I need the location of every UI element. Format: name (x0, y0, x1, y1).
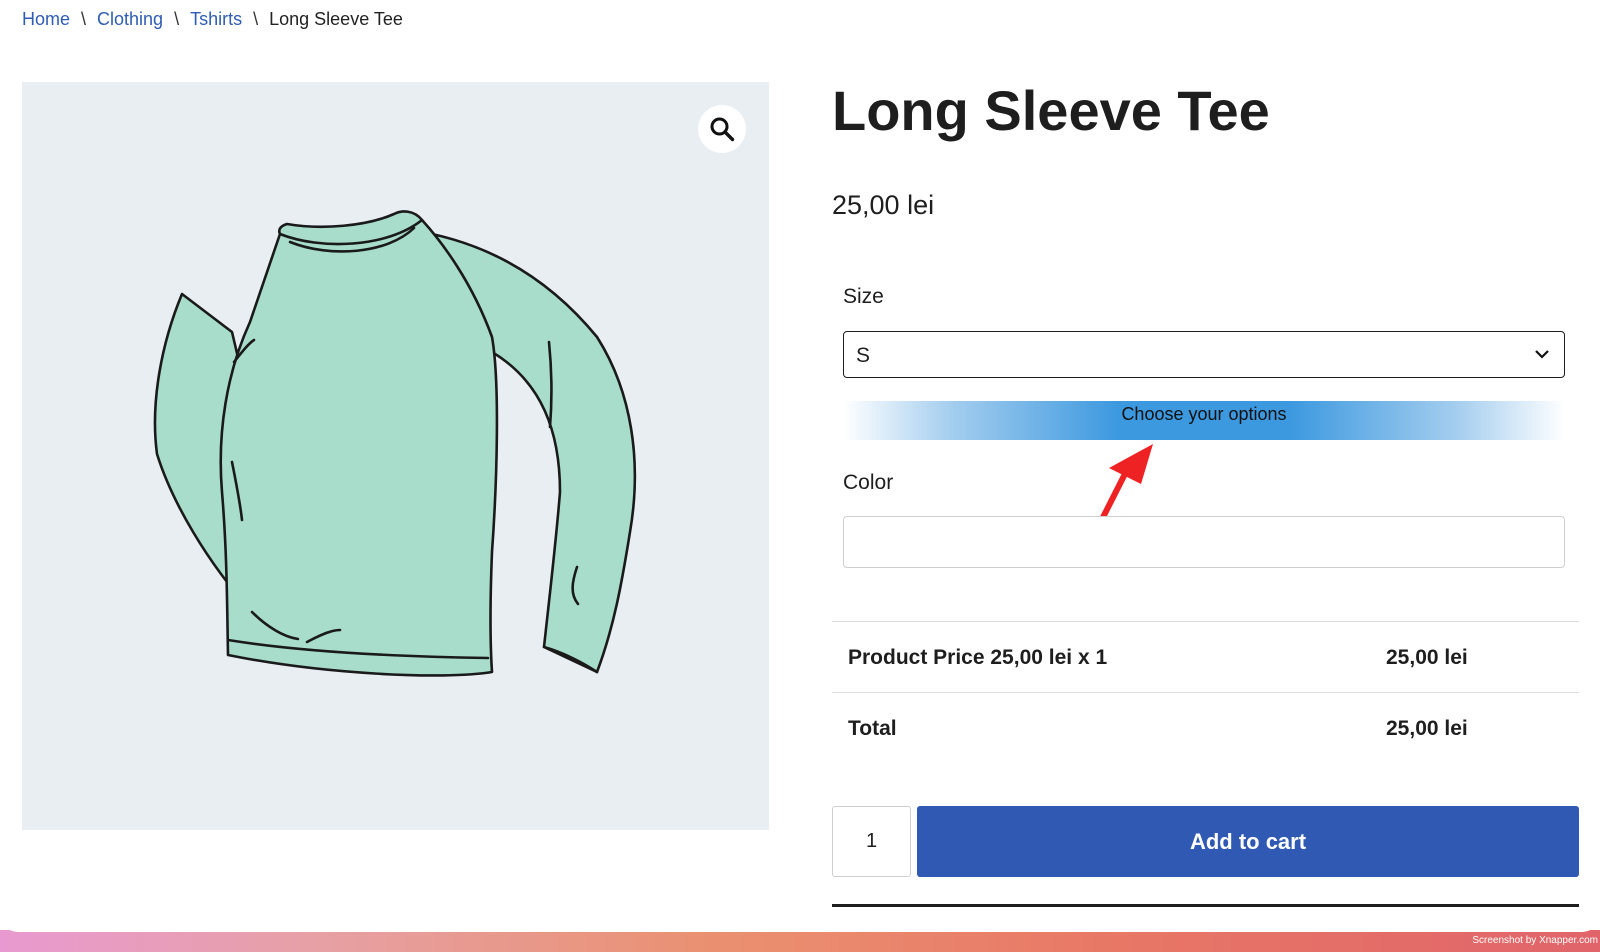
product-price-row-label: Product Price 25,00 lei x 1 (848, 646, 1108, 669)
summary-divider (832, 692, 1579, 693)
size-label: Size (843, 285, 884, 308)
quantity-input[interactable]: 1 (832, 806, 911, 877)
breadcrumb-separator: \ (81, 9, 87, 29)
long-sleeve-tee-illustration (153, 210, 637, 677)
product-image[interactable] (22, 82, 769, 830)
breadcrumb-clothing-link[interactable]: Clothing (97, 9, 163, 29)
zoom-button[interactable] (698, 105, 746, 153)
product-price-row-value: 25,00 lei (1386, 646, 1468, 669)
product-title: Long Sleeve Tee (832, 79, 1270, 142)
breadcrumb-home-link[interactable]: Home (22, 9, 70, 29)
watermark-text: Screenshot by Xnapper.com (1472, 935, 1598, 946)
product-price: 25,00 lei (832, 190, 935, 220)
magnifier-icon (710, 117, 735, 142)
desktop-gradient-strip: Screenshot by Xnapper.com (0, 930, 1600, 952)
breadcrumb-current: Long Sleeve Tee (269, 9, 403, 29)
product-page: Home \ Clothing \ Tshirts \ Long Sleeve Tee (0, 0, 1600, 932)
choose-options-banner: Choose your options (843, 401, 1565, 440)
breadcrumb-separator: \ (174, 9, 180, 29)
total-row-label: Total (848, 717, 897, 740)
total-row-value: 25,00 lei (1386, 717, 1468, 740)
breadcrumb-separator: \ (253, 9, 259, 29)
section-rule (832, 904, 1579, 907)
summary-divider (832, 621, 1579, 622)
breadcrumb-tshirts-link[interactable]: Tshirts (190, 9, 242, 29)
size-select[interactable]: S (843, 331, 1565, 378)
add-to-cart-button[interactable]: Add to cart (917, 806, 1579, 877)
breadcrumb: Home \ Clothing \ Tshirts \ Long Sleeve Tee (22, 9, 403, 30)
size-selected-value: S (856, 344, 871, 367)
chevron-down-icon (1535, 350, 1549, 359)
color-label: Color (843, 471, 894, 494)
color-select[interactable] (843, 516, 1565, 568)
